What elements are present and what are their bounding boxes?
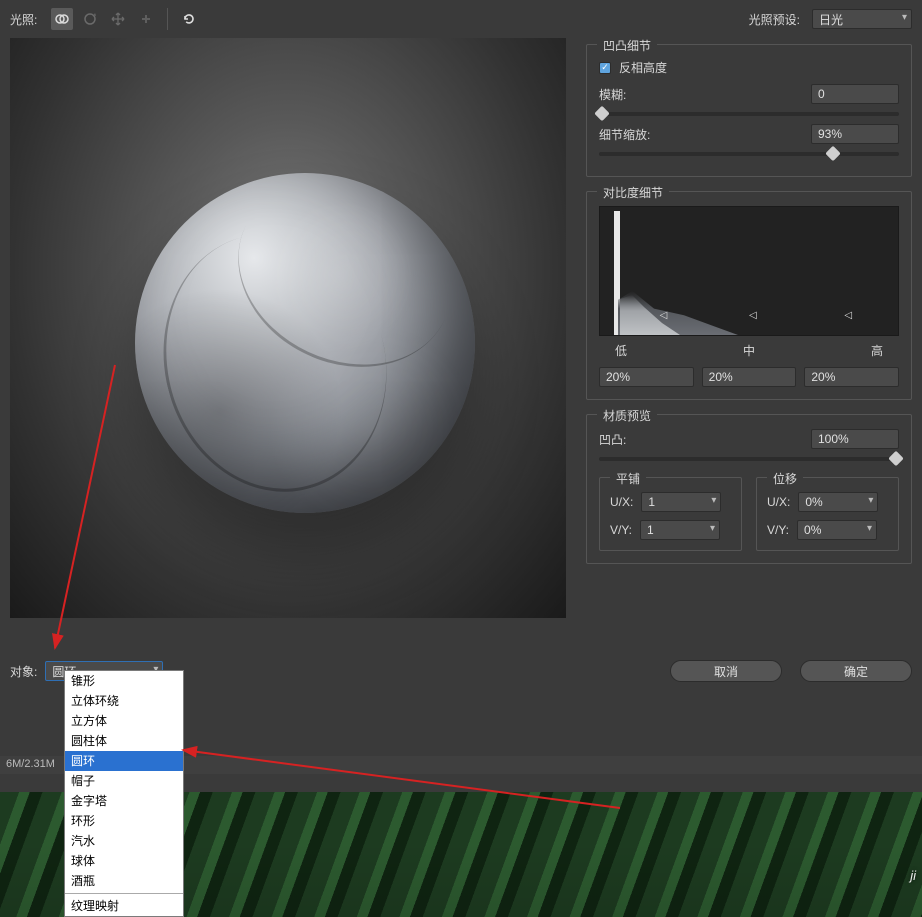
blur-label: 模糊: xyxy=(599,86,626,103)
detail-scale-slider[interactable] xyxy=(599,152,899,156)
contrast-high-input[interactable]: 20% xyxy=(804,367,899,387)
dropdown-item-torus[interactable]: 圆环 xyxy=(65,751,183,771)
histogram-handle-low[interactable]: ◁ xyxy=(660,310,668,321)
blur-slider-thumb[interactable] xyxy=(594,106,610,122)
dropdown-item-cube[interactable]: 立方体 xyxy=(65,711,183,731)
dropdown-item-cylinder[interactable]: 圆柱体 xyxy=(65,731,183,751)
histogram-handle-mid[interactable]: ◁ xyxy=(749,310,757,321)
subgroup-offset: 位移 U/X: 0% V/Y: 0% xyxy=(756,477,899,551)
lighting-label: 光照: xyxy=(10,11,37,28)
lighting-preset-select[interactable]: 日光 xyxy=(812,9,912,29)
preview-sphere xyxy=(135,173,475,513)
histogram-label-mid: 中 xyxy=(743,342,755,359)
dropdown-item-ring[interactable]: 环形 xyxy=(65,811,183,831)
dropdown-item-texture-map[interactable]: 纹理映射 xyxy=(65,896,183,916)
mat-bump-slider-thumb[interactable] xyxy=(888,451,904,467)
subgroup-title-tile: 平铺 xyxy=(610,470,646,487)
top-toolbar: 光照: 光照预设: 日光 xyxy=(0,0,922,38)
cancel-button[interactable]: 取消 xyxy=(670,660,782,682)
ok-button[interactable]: 确定 xyxy=(800,660,912,682)
corner-watermark: ji xyxy=(910,868,916,883)
group-title-bump: 凹凸细节 xyxy=(597,37,657,54)
mat-bump-label: 凹凸: xyxy=(599,431,626,448)
settings-panel: 凹凸细节 ✓ 反相高度 模糊: 0 细节缩放: 93% 对比度细节 xyxy=(566,38,912,638)
invert-height-checkbox[interactable]: ✓ xyxy=(599,62,611,74)
light-tool-1[interactable] xyxy=(51,8,73,30)
rotate-icon[interactable] xyxy=(79,8,101,30)
dropdown-separator xyxy=(65,893,183,894)
blur-slider[interactable] xyxy=(599,112,899,116)
dropdown-item-cube-wrap[interactable]: 立体环绕 xyxy=(65,691,183,711)
group-contrast-detail: 对比度细节 ◁ ◁ ◁ 低 中 高 20% 20% 20% xyxy=(586,191,912,400)
preview-viewport[interactable] xyxy=(10,38,566,618)
group-title-contrast: 对比度细节 xyxy=(597,184,669,201)
undo-icon[interactable] xyxy=(178,8,200,30)
histogram-label-low: 低 xyxy=(615,342,627,359)
subgroup-title-offset: 位移 xyxy=(767,470,803,487)
histogram[interactable]: ◁ ◁ ◁ xyxy=(599,206,899,336)
tile-ux-label: U/X: xyxy=(610,495,633,509)
tile-vy-select[interactable]: 1 xyxy=(640,520,720,540)
object-dropdown-menu: 锥形 立体环绕 立方体 圆柱体 圆环 帽子 金字塔 环形 汽水 球体 酒瓶 纹理… xyxy=(64,670,184,917)
scale-icon[interactable] xyxy=(135,8,157,30)
dropdown-item-cone[interactable]: 锥形 xyxy=(65,671,183,691)
dropdown-item-bottle[interactable]: 酒瓶 xyxy=(65,871,183,891)
dropdown-item-pyramid[interactable]: 金字塔 xyxy=(65,791,183,811)
invert-height-label: 反相高度 xyxy=(619,59,667,76)
detail-scale-input[interactable]: 93% xyxy=(811,124,899,144)
offset-vy-select[interactable]: 0% xyxy=(797,520,877,540)
histogram-label-high: 高 xyxy=(871,342,883,359)
histogram-handle-high[interactable]: ◁ xyxy=(844,310,852,321)
offset-ux-select[interactable]: 0% xyxy=(798,492,878,512)
group-material-preview: 材质预览 凹凸: 100% 平铺 U/X: 1 V/Y: 1 xyxy=(586,414,912,564)
object-label: 对象: xyxy=(10,663,37,680)
tile-ux-select[interactable]: 1 xyxy=(641,492,721,512)
detail-scale-slider-thumb[interactable] xyxy=(825,146,841,162)
dropdown-item-sphere[interactable]: 球体 xyxy=(65,851,183,871)
move-icon[interactable] xyxy=(107,8,129,30)
group-title-material: 材质预览 xyxy=(597,407,657,424)
dropdown-item-hat[interactable]: 帽子 xyxy=(65,771,183,791)
mat-bump-slider[interactable] xyxy=(599,457,899,461)
lighting-preset-label: 光照预设: xyxy=(749,11,800,28)
subgroup-tile: 平铺 U/X: 1 V/Y: 1 xyxy=(599,477,742,551)
detail-scale-label: 细节缩放: xyxy=(599,126,650,143)
dropdown-item-soda[interactable]: 汽水 xyxy=(65,831,183,851)
offset-vy-label: V/Y: xyxy=(767,523,789,537)
memory-status: 6M/2.31M xyxy=(6,758,55,770)
contrast-mid-input[interactable]: 20% xyxy=(702,367,797,387)
tile-vy-label: V/Y: xyxy=(610,523,632,537)
lighting-preset-value: 日光 xyxy=(819,11,843,28)
offset-ux-label: U/X: xyxy=(767,495,790,509)
blur-input[interactable]: 0 xyxy=(811,84,899,104)
contrast-low-input[interactable]: 20% xyxy=(599,367,694,387)
mat-bump-input[interactable]: 100% xyxy=(811,429,899,449)
group-bump-detail: 凹凸细节 ✓ 反相高度 模糊: 0 细节缩放: 93% xyxy=(586,44,912,177)
toolbar-separator xyxy=(167,8,168,30)
